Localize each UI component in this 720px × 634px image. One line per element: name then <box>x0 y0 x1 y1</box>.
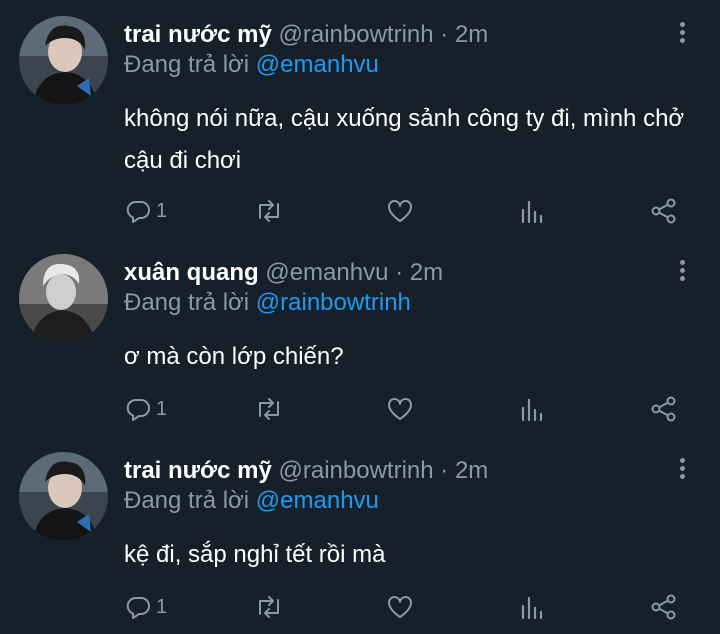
like-button[interactable] <box>386 196 414 226</box>
timestamp[interactable]: 2m <box>455 21 488 48</box>
share-button[interactable] <box>650 592 678 622</box>
profile-photo-icon <box>19 16 108 105</box>
share-icon <box>651 594 676 620</box>
reply-icon <box>126 399 150 421</box>
tweet-text: ơ mà còn lớp chiến? <box>124 343 344 370</box>
like-button[interactable] <box>386 592 414 622</box>
reply-icon <box>126 201 150 223</box>
handle[interactable]: @rainbowtrinh <box>279 457 434 484</box>
analytics-icon <box>521 596 543 620</box>
reply-count: 1 <box>156 199 168 222</box>
retweet-icon <box>259 596 279 618</box>
replying-to-label: Đang trả lời <box>124 51 250 78</box>
mention-link[interactable]: @rainbowtrinh <box>256 289 411 316</box>
timestamp[interactable]: 2m <box>410 259 443 286</box>
like-icon <box>388 200 412 222</box>
avatar[interactable] <box>19 452 108 541</box>
display-name[interactable]: xuân quang <box>124 259 259 286</box>
reply-button[interactable]: 1 <box>125 394 167 424</box>
reply-button[interactable]: 1 <box>125 592 167 622</box>
mention-link[interactable]: @emanhvu <box>256 487 379 514</box>
replying-to-label: Đang trả lời <box>124 289 250 316</box>
profile-photo-icon <box>19 254 108 343</box>
share-button[interactable] <box>650 394 678 424</box>
reply-button[interactable]: 1 <box>125 196 167 226</box>
display-name[interactable]: trai nước mỹ <box>124 457 272 484</box>
mention-link[interactable]: @emanhvu <box>256 51 379 78</box>
analytics-icon <box>521 200 543 224</box>
retweet-button[interactable] <box>254 394 284 424</box>
analytics-icon <box>521 398 543 422</box>
separator: · <box>440 457 449 484</box>
replying-to: Đang trả lời @emanhvu <box>124 486 379 516</box>
avatar[interactable] <box>19 254 108 343</box>
analytics-button[interactable] <box>520 394 544 424</box>
share-icon <box>651 198 676 224</box>
tweet[interactable]: trai nước mỹ @rainbowtrinh · 2m Đang trả… <box>0 16 720 234</box>
more-options-icon[interactable] <box>676 22 688 46</box>
tweet-header: xuân quang @emanhvu · 2m <box>124 258 443 288</box>
tweet[interactable]: xuân quang @emanhvu · 2m Đang trả lời @r… <box>0 254 720 434</box>
retweet-button[interactable] <box>254 196 284 226</box>
like-icon <box>388 596 412 618</box>
separator: · <box>395 259 404 286</box>
tweet-actions: 1 <box>0 196 720 226</box>
more-options-icon[interactable] <box>676 458 688 482</box>
like-icon <box>388 398 412 420</box>
display-name[interactable]: trai nước mỹ <box>124 21 272 48</box>
tweet-header: trai nước mỹ @rainbowtrinh · 2m <box>124 456 488 486</box>
tweet-header: trai nước mỹ @rainbowtrinh · 2m <box>124 20 488 50</box>
tweet-actions: 1 <box>0 394 720 424</box>
retweet-button[interactable] <box>254 592 284 622</box>
more-options-icon[interactable] <box>676 260 688 284</box>
profile-photo-icon <box>19 452 108 541</box>
handle[interactable]: @emanhvu <box>265 259 388 286</box>
reply-count: 1 <box>156 397 168 420</box>
replying-to-label: Đang trả lời <box>124 487 250 514</box>
tweet-text: không nói nữa, cậu xuống sảnh công ty đi… <box>124 105 685 174</box>
separator: · <box>440 21 449 48</box>
share-button[interactable] <box>650 196 678 226</box>
tweet-actions: 1 <box>0 592 720 622</box>
share-icon <box>651 396 676 422</box>
analytics-button[interactable] <box>520 592 544 622</box>
like-button[interactable] <box>386 394 414 424</box>
retweet-icon <box>259 200 279 222</box>
retweet-icon <box>259 398 279 420</box>
tweet[interactable]: trai nước mỹ @rainbowtrinh · 2m Đang trả… <box>0 452 720 632</box>
replying-to: Đang trả lời @rainbowtrinh <box>124 288 411 318</box>
avatar[interactable] <box>19 16 108 105</box>
reply-count: 1 <box>156 595 168 618</box>
handle[interactable]: @rainbowtrinh <box>279 21 434 48</box>
tweet-text: kệ đi, sắp nghỉ tết rồi mà <box>124 541 386 568</box>
replying-to: Đang trả lời @emanhvu <box>124 50 379 80</box>
reply-icon <box>126 597 150 619</box>
timestamp[interactable]: 2m <box>455 457 488 484</box>
analytics-button[interactable] <box>520 196 544 226</box>
